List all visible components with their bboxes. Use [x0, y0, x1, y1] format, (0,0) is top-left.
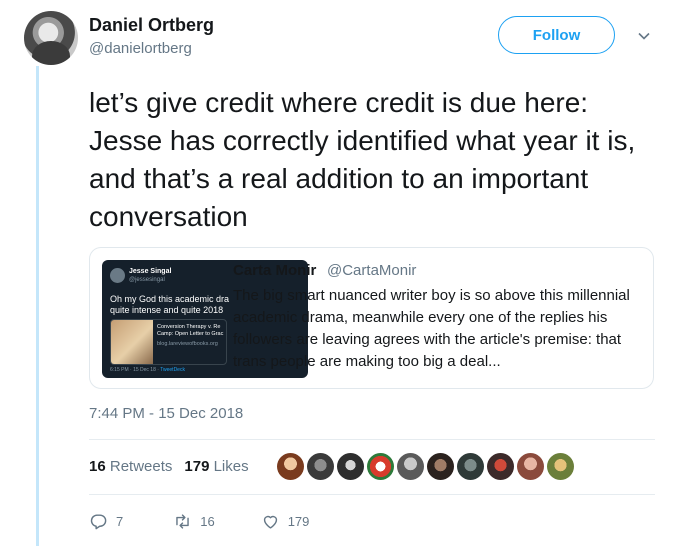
- quote-author-handle: @CartaMonir: [327, 262, 417, 279]
- quoted-tweet[interactable]: Jesse Singal @jessesingal Oh my God this…: [89, 247, 654, 389]
- likes-stat[interactable]: 179 Likes: [184, 458, 248, 475]
- liker-avatars: [277, 453, 574, 480]
- liker-avatar[interactable]: [457, 453, 484, 480]
- screenshot-card-url: blog.lareviewofbooks.org: [157, 341, 218, 347]
- liker-avatar[interactable]: [547, 453, 574, 480]
- retweets-label: Retweets: [109, 458, 173, 475]
- reply-button[interactable]: 7: [89, 512, 123, 531]
- screenshot-card-image: [111, 320, 153, 364]
- chevron-down-icon[interactable]: [636, 28, 652, 44]
- liker-avatar[interactable]: [337, 453, 364, 480]
- liker-avatar[interactable]: [307, 453, 334, 480]
- heart-icon: [263, 515, 277, 529]
- screenshot-client: TweetDeck: [160, 367, 185, 373]
- screenshot-time: 6:15 PM · 15 Dec 18 · TweetDeck: [110, 367, 185, 373]
- retweet-icon: [176, 514, 189, 529]
- retweets-stat[interactable]: 16 Retweets: [89, 458, 172, 475]
- divider: [89, 439, 655, 440]
- liker-avatar[interactable]: [367, 453, 394, 480]
- liker-avatar[interactable]: [427, 453, 454, 480]
- retweet-button[interactable]: 16: [173, 512, 215, 531]
- quote-text: The big smart nuanced writer boy is so a…: [233, 287, 630, 370]
- tweet-stats: 16 Retweets 179 Likes: [89, 458, 249, 475]
- author-avatar[interactable]: [24, 11, 78, 65]
- liker-avatar[interactable]: [397, 453, 424, 480]
- like-count: 179: [287, 514, 310, 529]
- screenshot-card-title-line: Camp: Open Letter to Grac: [157, 331, 224, 337]
- screenshot-author-name: Jesse Singal: [129, 268, 172, 275]
- likes-label: Likes: [213, 458, 249, 475]
- screenshot-time-text: 6:15 PM · 15 Dec 18 ·: [110, 367, 159, 373]
- screenshot-card-title: Conversion Therapy v. Re Camp: Open Lett…: [157, 324, 226, 338]
- quote-author-name: Carta Monir: [233, 262, 317, 279]
- retweets-count: 16: [89, 458, 106, 475]
- liker-avatar[interactable]: [277, 453, 304, 480]
- screenshot-link-card: Conversion Therapy v. Re Camp: Open Lett…: [110, 319, 227, 365]
- liker-avatar[interactable]: [487, 453, 514, 480]
- tweet-text: let’s give credit where credit is due he…: [89, 87, 636, 232]
- retweet-count: 16: [200, 514, 215, 529]
- screenshot-card-title-line: Conversion Therapy v. Re: [157, 324, 221, 330]
- reply-count: 7: [116, 514, 124, 529]
- screenshot-author-handle: @jessesingal: [129, 277, 165, 283]
- author-name[interactable]: Daniel Ortberg: [89, 15, 214, 36]
- tweet-actions: 7 16 179: [89, 512, 309, 531]
- screenshot-avatar: [110, 268, 125, 283]
- follow-button[interactable]: Follow: [498, 16, 615, 54]
- thread-line: [36, 66, 39, 546]
- likes-count: 179: [184, 458, 210, 475]
- reply-icon: [90, 514, 107, 530]
- liker-avatar[interactable]: [517, 453, 544, 480]
- like-button[interactable]: 179: [261, 512, 310, 531]
- tweet-timestamp[interactable]: 7:44 PM - 15 Dec 2018: [89, 405, 243, 422]
- divider: [89, 494, 655, 495]
- author-handle[interactable]: @danielortberg: [89, 40, 192, 57]
